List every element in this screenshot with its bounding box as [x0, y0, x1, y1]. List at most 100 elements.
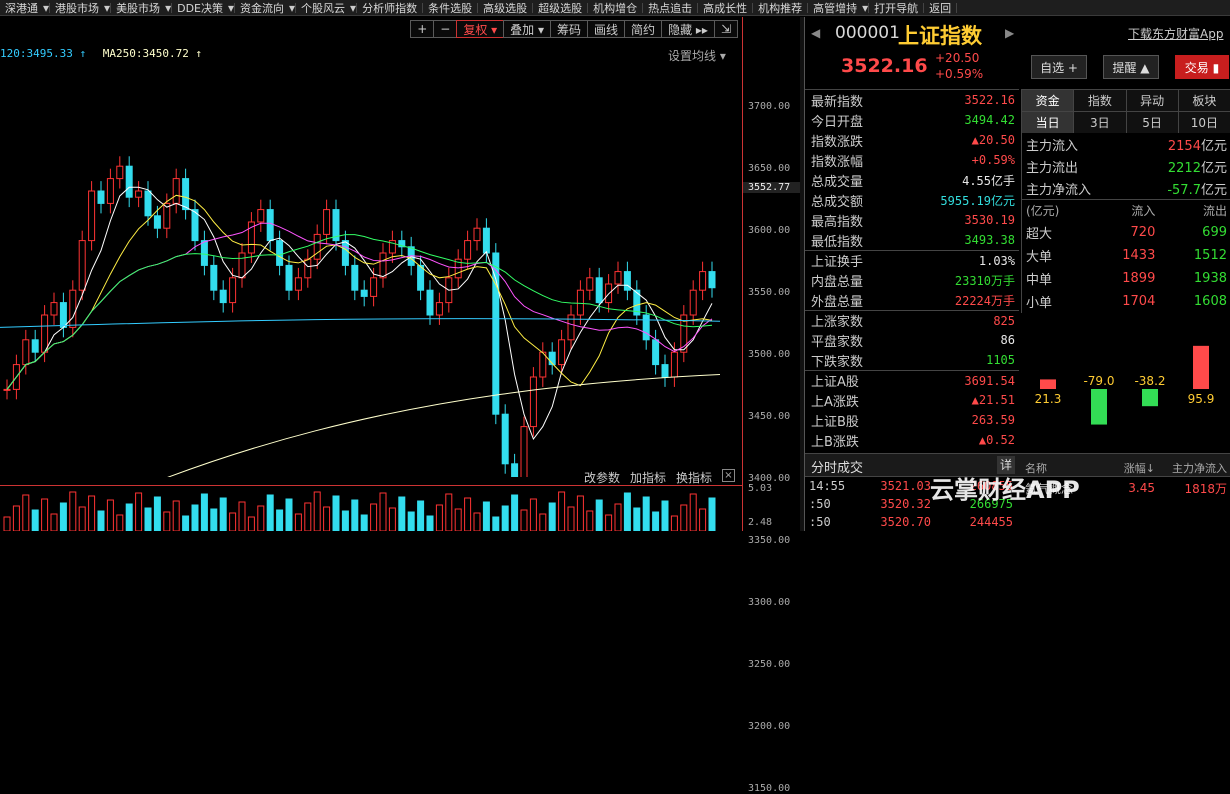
net-flow-value-label: 95.9: [1188, 392, 1215, 406]
volume-bar: [22, 494, 30, 531]
volume-bar: [332, 495, 340, 531]
menu-item[interactable]: 打开导航: [869, 0, 923, 16]
volume-bar: [454, 508, 462, 531]
volume-bar: [699, 508, 707, 531]
stock-code: 000001: [835, 23, 900, 43]
volume-bar: [642, 496, 650, 531]
menu-item[interactable]: 高成长性: [698, 0, 752, 16]
stat-row: 上A涨跌 ▲21.51: [805, 390, 1019, 410]
candle-body: [699, 271, 707, 291]
volume-bar: [464, 497, 472, 531]
stat-label: 指数涨幅: [811, 154, 864, 170]
zoom-in-button[interactable]: +: [410, 20, 435, 38]
menu-item[interactable]: 港股市场: [50, 0, 104, 16]
fuquan-dropdown[interactable]: 复权 ▾: [456, 20, 505, 38]
edit-params-tab[interactable]: 改参数: [584, 469, 620, 486]
price-tick-label: 3250.00: [748, 659, 791, 670]
overlay-dropdown[interactable]: 叠加 ▾: [503, 20, 552, 38]
stat-value: ▲21.51: [971, 393, 1015, 407]
next-stock-icon[interactable]: ▶: [1005, 26, 1014, 40]
volume-bar: [125, 503, 133, 531]
stat-label: 总成交额: [811, 194, 864, 210]
fund-tab[interactable]: 板块: [1178, 90, 1230, 111]
menu-item[interactable]: 返回: [924, 0, 956, 16]
price-tick-label: 3150.00: [748, 783, 791, 794]
trade-price: 3520.70: [880, 515, 931, 529]
volume-bar: [426, 515, 434, 531]
fund-flow-label: 主力流出: [1026, 160, 1079, 176]
volume-bar: [398, 496, 406, 531]
price-tick-label: 3300.00: [748, 597, 791, 608]
menu-item[interactable]: 机构推荐: [753, 0, 807, 16]
stat-row: 上证A股 3691.54: [805, 370, 1019, 390]
draw-line-button[interactable]: 画线: [587, 20, 626, 38]
candle-body: [313, 233, 321, 260]
fund-tab[interactable]: 异动: [1126, 90, 1179, 111]
fund-tab[interactable]: 3日: [1074, 112, 1127, 133]
change-indicator-tab[interactable]: 换指标: [676, 469, 712, 486]
menu-item[interactable]: DDE决策: [172, 0, 228, 16]
menu-item[interactable]: 高管增持: [808, 0, 862, 16]
menu-item[interactable]: 超级选股: [533, 0, 587, 16]
close-indicator-icon[interactable]: ×: [722, 469, 735, 482]
stat-value: 3691.54: [964, 373, 1015, 388]
trade-row: :50 3520.70 244455: [805, 513, 1019, 531]
volume-bar: [605, 514, 613, 531]
fund-flow-row: 主力流入 2154亿元: [1022, 133, 1230, 155]
simple-mode-button[interactable]: 简约: [624, 20, 663, 38]
menu-item[interactable]: 分析师指数: [357, 0, 422, 16]
net-flow-bar: [1091, 389, 1107, 425]
menu-separator: [956, 2, 958, 13]
fund-flow-unit: 亿元: [1200, 182, 1227, 198]
volume-bar: [492, 516, 500, 531]
add-watchlist-button[interactable]: 自选 +: [1031, 55, 1087, 79]
price-axis: 3552.77 5.03 2.48 3700.00 3650.00 3600.00 3…: [742, 17, 800, 794]
fund-tab[interactable]: 5日: [1126, 112, 1179, 133]
candle-body: [276, 240, 284, 266]
fund-tab[interactable]: 资金: [1022, 90, 1075, 111]
menu-item[interactable]: 美股市场: [111, 0, 165, 16]
volume-bar: [567, 506, 575, 531]
kline-chart-area[interactable]: + − 复权 ▾ 叠加 ▾ 筹码 画线 简约 隐藏 ▸▸ ⇲ 120:3495.…: [0, 17, 800, 794]
block-chg: 3.45: [1128, 481, 1155, 495]
chip-button[interactable]: 筹码: [550, 20, 589, 38]
fund-table-header: (亿元) 流入 流出: [1022, 199, 1230, 221]
block-col-chg[interactable]: 涨幅↓: [1085, 460, 1155, 476]
stat-value: ▲0.52: [978, 433, 1015, 447]
menu-item[interactable]: 资金流向: [235, 0, 289, 16]
volume-bar: [116, 514, 124, 531]
menu-item[interactable]: 条件选股: [423, 0, 477, 16]
trade-button[interactable]: 交易 ▮: [1175, 55, 1229, 79]
fund-tab[interactable]: 当日: [1022, 112, 1075, 133]
volume-bar: [266, 494, 274, 531]
panel-divider: [0, 485, 742, 486]
prev-stock-icon[interactable]: ◀: [811, 26, 820, 40]
fund-tab[interactable]: 指数: [1074, 90, 1127, 111]
alert-button[interactable]: 提醒 ▲: [1103, 55, 1159, 79]
menu-item[interactable]: 机构增仓: [588, 0, 642, 16]
menu-item[interactable]: 深港通: [0, 0, 43, 16]
candle-body: [172, 178, 180, 204]
quote-header: ◀ 000001 上证指数 ▶ 下载东方财富App 3522.16 +20.50…: [805, 17, 1230, 87]
candle-body: [135, 190, 143, 198]
volume-bar: [313, 491, 321, 531]
price-tick-label: 3600.00: [748, 225, 791, 236]
menu-item[interactable]: 高级选股: [478, 0, 532, 16]
stat-value: 3493.38: [964, 233, 1015, 247]
candle-body: [285, 264, 293, 291]
download-app-link[interactable]: 下载东方财富App: [1128, 25, 1223, 42]
volume-bar: [689, 493, 697, 531]
menu-item[interactable]: 热点追击: [643, 0, 697, 16]
collapse-icon[interactable]: ⇲: [713, 20, 738, 38]
add-indicator-tab[interactable]: 加指标: [630, 469, 666, 486]
candle-body: [341, 240, 349, 266]
volume-bar: [41, 498, 49, 531]
menu-item[interactable]: 个股风云: [296, 0, 350, 16]
volume-bar: [595, 499, 603, 531]
volume-bar: [153, 496, 161, 531]
fund-tab[interactable]: 10日: [1178, 112, 1230, 133]
hide-button[interactable]: 隐藏 ▸▸: [661, 20, 715, 38]
volume-bar: [69, 491, 77, 531]
zoom-out-button[interactable]: −: [433, 20, 458, 38]
volume-bar: [633, 507, 641, 531]
